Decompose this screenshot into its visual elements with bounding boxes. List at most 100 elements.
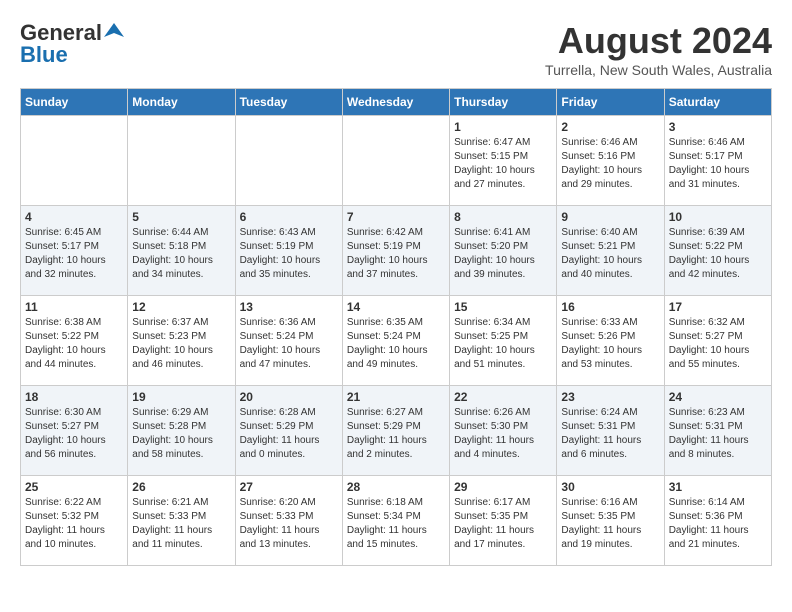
calendar-cell: 29 Sunrise: 6:17 AMSunset: 5:35 PMDayligh…: [450, 476, 557, 566]
day-number: 21: [347, 390, 445, 404]
calendar-cell: 7Sunrise: 6:42 AMSunset: 5:19 PMDaylight…: [342, 206, 449, 296]
day-info: Sunrise: 6:29 AMSunset: 5:28 PMDaylight:…: [132, 406, 230, 462]
day-info: Sunrise: 6:38 AMSunset: 5:22 PMDaylight:…: [25, 316, 123, 372]
day-info: Sunrise: 6:35 AMSunset: 5:24 PMDaylight:…: [347, 316, 445, 372]
location-subtitle: Turrella, New South Wales, Australia: [545, 62, 772, 78]
day-info: Sunrise: 6:20 AMSunset: 5:33 PMDaylight:…: [240, 496, 338, 552]
calendar-cell: 14 Sunrise: 6:35 AMSunset: 5:24 PMDayligh…: [342, 296, 449, 386]
day-info: Sunrise: 6:41 AMSunset: 5:20 PMDaylight:…: [454, 226, 552, 282]
calendar-cell: 1 Sunrise: 6:47 AMSunset: 5:15 PMDaylight…: [450, 116, 557, 206]
day-number: 31: [669, 480, 767, 494]
calendar-cell: 9 Sunrise: 6:40 AMSunset: 5:21 PMDaylight…: [557, 206, 664, 296]
calendar-cell: 20 Sunrise: 6:28 AMSunset: 5:29 PMDayligh…: [235, 386, 342, 476]
calendar-table: SundayMondayTuesdayWednesdayThursdayFrid…: [20, 88, 772, 566]
day-number: 6: [240, 210, 338, 224]
calendar-cell: 2Sunrise: 6:46 AMSunset: 5:16 PMDaylight…: [557, 116, 664, 206]
day-info: Sunrise: 6:36 AMSunset: 5:24 PMDaylight:…: [240, 316, 338, 372]
day-number: 20: [240, 390, 338, 404]
day-number: 29: [454, 480, 552, 494]
column-header-thursday: Thursday: [450, 89, 557, 116]
calendar-cell: 3 Sunrise: 6:46 AMSunset: 5:17 PMDaylight…: [664, 116, 771, 206]
day-info: Sunrise: 6:26 AMSunset: 5:30 PMDaylight:…: [454, 406, 552, 462]
day-number: 19: [132, 390, 230, 404]
calendar-cell: 5 Sunrise: 6:44 AMSunset: 5:18 PMDaylight…: [128, 206, 235, 296]
day-number: 27: [240, 480, 338, 494]
day-number: 14: [347, 300, 445, 314]
day-number: 9: [561, 210, 659, 224]
day-number: 15: [454, 300, 552, 314]
day-info: Sunrise: 6:44 AMSunset: 5:18 PMDaylight:…: [132, 226, 230, 282]
day-info: Sunrise: 6:24 AMSunset: 5:31 PMDaylight:…: [561, 406, 659, 462]
title-block: August 2024 Turrella, New South Wales, A…: [545, 20, 772, 78]
day-number: 13: [240, 300, 338, 314]
calendar-cell: 13 Sunrise: 6:36 AMSunset: 5:24 PMDayligh…: [235, 296, 342, 386]
column-header-tuesday: Tuesday: [235, 89, 342, 116]
day-number: 8: [454, 210, 552, 224]
calendar-cell: 11 Sunrise: 6:38 AMSunset: 5:22 PMDayligh…: [21, 296, 128, 386]
column-header-sunday: Sunday: [21, 89, 128, 116]
calendar-cell: [235, 116, 342, 206]
day-number: 3: [669, 120, 767, 134]
day-number: 22: [454, 390, 552, 404]
calendar-cell: 24 Sunrise: 6:23 AMSunset: 5:31 PMDayligh…: [664, 386, 771, 476]
calendar-cell: 30Sunrise: 6:16 AMSunset: 5:35 PMDayligh…: [557, 476, 664, 566]
day-info: Sunrise: 6:28 AMSunset: 5:29 PMDaylight:…: [240, 406, 338, 462]
calendar-header-row: SundayMondayTuesdayWednesdayThursdayFrid…: [21, 89, 772, 116]
day-number: 1: [454, 120, 552, 134]
calendar-cell: [21, 116, 128, 206]
day-info: Sunrise: 6:22 AMSunset: 5:32 PMDaylight:…: [25, 496, 123, 552]
column-header-friday: Friday: [557, 89, 664, 116]
day-info: Sunrise: 6:37 AMSunset: 5:23 PMDaylight:…: [132, 316, 230, 372]
calendar-cell: 28 Sunrise: 6:18 AMSunset: 5:34 PMDayligh…: [342, 476, 449, 566]
day-number: 11: [25, 300, 123, 314]
calendar-cell: 19 Sunrise: 6:29 AMSunset: 5:28 PMDayligh…: [128, 386, 235, 476]
day-number: 26: [132, 480, 230, 494]
day-info: Sunrise: 6:17 AMSunset: 5:35 PMDaylight:…: [454, 496, 552, 552]
day-number: 5: [132, 210, 230, 224]
day-info: Sunrise: 6:18 AMSunset: 5:34 PMDaylight:…: [347, 496, 445, 552]
day-number: 23: [561, 390, 659, 404]
week-row-1: 1 Sunrise: 6:47 AMSunset: 5:15 PMDaylight…: [21, 116, 772, 206]
day-info: Sunrise: 6:40 AMSunset: 5:21 PMDaylight:…: [561, 226, 659, 282]
day-number: 10: [669, 210, 767, 224]
day-number: 28: [347, 480, 445, 494]
day-info: Sunrise: 6:42 AMSunset: 5:19 PMDaylight:…: [347, 226, 445, 282]
day-info: Sunrise: 6:46 AMSunset: 5:17 PMDaylight:…: [669, 136, 767, 192]
day-info: Sunrise: 6:23 AMSunset: 5:31 PMDaylight:…: [669, 406, 767, 462]
day-info: Sunrise: 6:16 AMSunset: 5:35 PMDaylight:…: [561, 496, 659, 552]
day-info: Sunrise: 6:43 AMSunset: 5:19 PMDaylight:…: [240, 226, 338, 282]
calendar-cell: [342, 116, 449, 206]
calendar-cell: 18Sunrise: 6:30 AMSunset: 5:27 PMDayligh…: [21, 386, 128, 476]
day-info: Sunrise: 6:14 AMSunset: 5:36 PMDaylight:…: [669, 496, 767, 552]
calendar-cell: 15 Sunrise: 6:34 AMSunset: 5:25 PMDayligh…: [450, 296, 557, 386]
calendar-cell: 10Sunrise: 6:39 AMSunset: 5:22 PMDayligh…: [664, 206, 771, 296]
day-info: Sunrise: 6:32 AMSunset: 5:27 PMDaylight:…: [669, 316, 767, 372]
week-row-2: 4Sunrise: 6:45 AMSunset: 5:17 PMDaylight…: [21, 206, 772, 296]
day-info: Sunrise: 6:33 AMSunset: 5:26 PMDaylight:…: [561, 316, 659, 372]
day-number: 12: [132, 300, 230, 314]
day-info: Sunrise: 6:27 AMSunset: 5:29 PMDaylight:…: [347, 406, 445, 462]
day-info: Sunrise: 6:45 AMSunset: 5:17 PMDaylight:…: [25, 226, 123, 282]
calendar-cell: 17 Sunrise: 6:32 AMSunset: 5:27 PMDayligh…: [664, 296, 771, 386]
day-number: 17: [669, 300, 767, 314]
column-header-wednesday: Wednesday: [342, 89, 449, 116]
week-row-3: 11 Sunrise: 6:38 AMSunset: 5:22 PMDayligh…: [21, 296, 772, 386]
day-info: Sunrise: 6:34 AMSunset: 5:25 PMDaylight:…: [454, 316, 552, 372]
calendar-cell: 25 Sunrise: 6:22 AMSunset: 5:32 PMDayligh…: [21, 476, 128, 566]
day-number: 16: [561, 300, 659, 314]
day-number: 24: [669, 390, 767, 404]
calendar-cell: 12 Sunrise: 6:37 AMSunset: 5:23 PMDayligh…: [128, 296, 235, 386]
calendar-cell: 31 Sunrise: 6:14 AMSunset: 5:36 PMDayligh…: [664, 476, 771, 566]
logo: General Blue: [20, 20, 124, 68]
day-info: Sunrise: 6:46 AMSunset: 5:16 PMDaylight:…: [561, 136, 659, 192]
calendar-cell: 23 Sunrise: 6:24 AMSunset: 5:31 PMDayligh…: [557, 386, 664, 476]
calendar-cell: 26Sunrise: 6:21 AMSunset: 5:33 PMDayligh…: [128, 476, 235, 566]
calendar-cell: 21 Sunrise: 6:27 AMSunset: 5:29 PMDayligh…: [342, 386, 449, 476]
week-row-4: 18Sunrise: 6:30 AMSunset: 5:27 PMDayligh…: [21, 386, 772, 476]
day-number: 25: [25, 480, 123, 494]
calendar-cell: 4Sunrise: 6:45 AMSunset: 5:17 PMDaylight…: [21, 206, 128, 296]
day-info: Sunrise: 6:47 AMSunset: 5:15 PMDaylight:…: [454, 136, 552, 192]
day-number: 18: [25, 390, 123, 404]
calendar-cell: [128, 116, 235, 206]
page-header: General Blue August 2024 Turrella, New S…: [20, 20, 772, 78]
